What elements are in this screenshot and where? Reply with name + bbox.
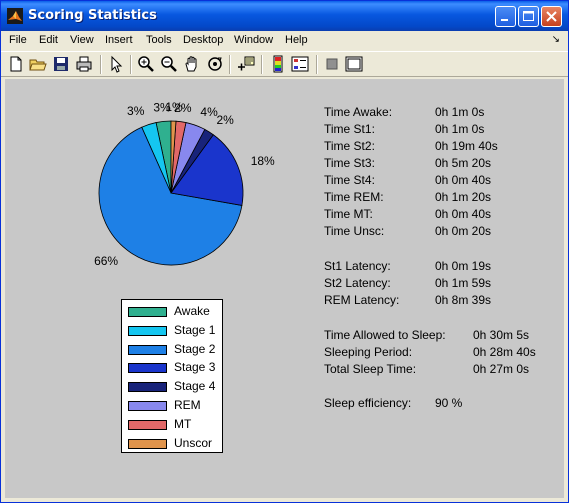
zoom-in-icon[interactable]: [137, 55, 155, 73]
menu-window[interactable]: Window: [234, 34, 273, 46]
pan-hand-icon[interactable]: [183, 55, 201, 73]
menu-desktop[interactable]: Desktop: [183, 34, 223, 46]
colorbar-icon[interactable]: [269, 55, 287, 73]
sleep-stat-value: 0h 28m 40s: [473, 345, 536, 359]
legend-label: Stage 2: [174, 341, 216, 356]
toolbar-separator: [316, 55, 318, 74]
menu-edit[interactable]: Edit: [39, 34, 58, 46]
close-button[interactable]: [541, 6, 562, 27]
stage-time-value: 0h 0m 40s: [435, 207, 492, 221]
maximize-icon: [523, 11, 534, 21]
chart-legend[interactable]: Awake Stage 1 Stage 2 Stage 3 Stage 4 REM MT Un…: [121, 299, 223, 453]
menu-tools[interactable]: Tools: [146, 34, 172, 46]
latency-label: REM Latency:: [324, 293, 400, 307]
stage-time-value: 0h 0m 20s: [435, 224, 492, 238]
menu-insert[interactable]: Insert: [105, 34, 133, 46]
legend-label: Awake: [174, 304, 210, 318]
dock-arrow-icon[interactable]: ↘: [552, 34, 560, 45]
stage-time-label: Time St3:: [324, 156, 375, 170]
pie-label-unscor: 1%: [165, 100, 183, 114]
legend-swatch: [128, 325, 167, 336]
stage-time-label: Time St1:: [324, 122, 375, 136]
menu-view[interactable]: View: [70, 34, 94, 46]
figure-canvas: 3% 3% 66% 18% 2% 4% 2% 1% Awake Stage 1 Stage 2 St…: [5, 79, 564, 498]
legend-swatch: [128, 438, 167, 449]
stage-time-value: 0h 5m 20s: [435, 156, 492, 170]
legend-label: MT: [174, 416, 192, 431]
stage-time-label: Time MT:: [324, 207, 373, 221]
toolbar-separator: [229, 55, 231, 74]
latency-value: 0h 1m 59s: [435, 276, 492, 290]
stage-time-label: Time Unsc:: [324, 224, 385, 238]
minimize-button[interactable]: [495, 6, 516, 27]
legend-swatch: [128, 382, 167, 393]
pie-label-stage-1: 3%: [127, 104, 145, 118]
legend-swatch: [128, 363, 167, 374]
print-icon[interactable]: [75, 55, 93, 73]
latency-label: St2 Latency:: [324, 276, 391, 290]
menu-file[interactable]: File: [9, 34, 27, 46]
data-cursor-icon[interactable]: [237, 55, 255, 73]
sleep-efficiency-label: Sleep efficiency:: [324, 396, 412, 410]
stage-time-label: Time St4:: [324, 173, 375, 187]
toolbar: [1, 51, 568, 77]
legend-label: Unscor: [174, 435, 213, 450]
pointer-arrow-icon[interactable]: [107, 55, 125, 73]
stage-time-value: 0h 19m 40s: [435, 139, 498, 153]
window-title: Scoring Statistics: [28, 8, 157, 23]
stage-time-label: Time Awake:: [324, 105, 393, 119]
pie-label-rem: 4%: [200, 105, 218, 119]
save-icon[interactable]: [52, 55, 70, 73]
zoom-out-icon[interactable]: [160, 55, 178, 73]
legend-swatch: [128, 419, 167, 430]
stage-time-value: 0h 1m 20s: [435, 190, 492, 204]
legend-swatch: [128, 344, 167, 355]
new-file-icon[interactable]: [7, 55, 25, 73]
latency-label: St1 Latency:: [324, 259, 391, 273]
hide-plot-tools-icon[interactable]: [323, 55, 341, 73]
open-folder-icon[interactable]: [29, 55, 47, 73]
toolbar-separator: [130, 55, 132, 74]
pie-label-stage-4: 2%: [217, 113, 235, 127]
latency-value: 0h 0m 19s: [435, 259, 492, 273]
rotate-3d-icon[interactable]: [206, 55, 224, 73]
pie-label-stage-2: 66%: [94, 254, 118, 268]
minimize-icon: [501, 19, 508, 21]
sleep-stat-label: Total Sleep Time:: [324, 362, 417, 376]
menu-help[interactable]: Help: [285, 34, 308, 46]
figure-window: Scoring Statistics File Edit View Insert…: [0, 0, 569, 503]
pie-label-stage-3: 18%: [251, 154, 275, 168]
legend-swatch: [128, 401, 167, 411]
sleep-efficiency-value: 90 %: [435, 396, 463, 410]
close-icon: [546, 11, 557, 22]
stage-time-label: Time St2:: [324, 139, 375, 153]
sleep-stat-value: 0h 30m 5s: [473, 328, 530, 342]
stage-time-value: 0h 1m 0s: [435, 122, 485, 136]
matlab-logo-icon: [7, 8, 23, 24]
maximize-button[interactable]: [518, 6, 539, 27]
toolbar-separator: [261, 55, 263, 74]
title-bar[interactable]: Scoring Statistics: [1, 1, 568, 31]
sleep-stat-label: Sleeping Period:: [324, 345, 413, 359]
legend-label: Stage 1: [174, 322, 216, 337]
toolbar-separator: [100, 55, 102, 74]
legend-icon[interactable]: [291, 55, 309, 73]
menu-bar: File Edit View Insert Tools Desktop Wind…: [1, 31, 568, 51]
latency-value: 0h 8m 39s: [435, 293, 492, 307]
stage-time-value: 0h 0m 40s: [435, 173, 492, 187]
legend-label: REM: [174, 398, 201, 412]
sleep-stat-label: Time Allowed to Sleep:: [324, 328, 446, 342]
show-plot-tools-icon[interactable]: [345, 55, 363, 73]
stage-time-label: Time REM:: [324, 190, 384, 204]
legend-label: Stage 4: [174, 379, 216, 394]
legend-swatch: [128, 307, 167, 317]
sleep-stat-value: 0h 27m 0s: [473, 362, 530, 376]
stage-time-value: 0h 1m 0s: [435, 105, 485, 119]
legend-label: Stage 3: [174, 360, 216, 375]
